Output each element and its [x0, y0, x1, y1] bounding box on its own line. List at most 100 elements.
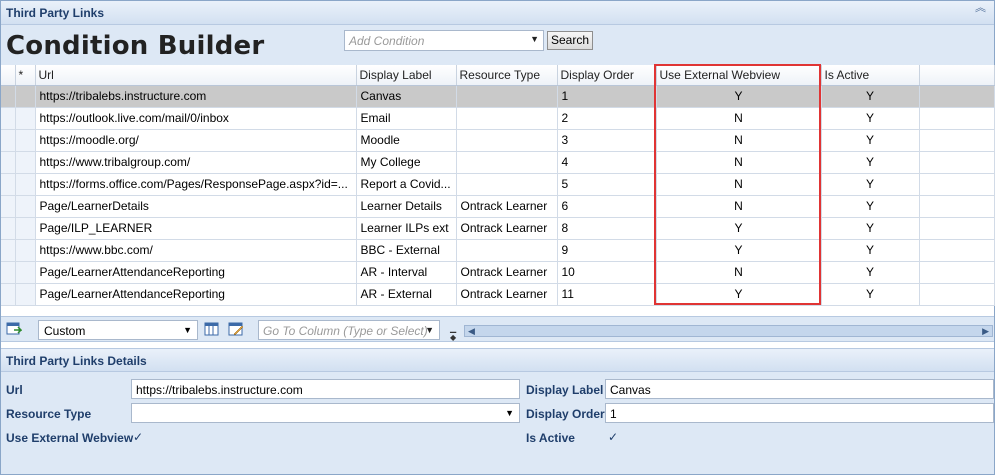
cell-use-external-webview[interactable]: N: [656, 173, 822, 196]
cell-resource-type[interactable]: [456, 239, 558, 262]
cell-display-label[interactable]: AR - Interval: [356, 261, 457, 284]
row-indicator[interactable]: [1, 195, 16, 218]
row-indicator[interactable]: [1, 151, 16, 174]
column-header-new-row[interactable]: *: [15, 65, 36, 86]
row-indicator[interactable]: [1, 85, 16, 108]
cell-is-active[interactable]: Y: [821, 239, 920, 262]
cell-display-order[interactable]: 9: [557, 239, 657, 262]
cell-url[interactable]: Page/ILP_LEARNER: [35, 217, 357, 240]
table-row[interactable]: https://tribalebs.instructure.com Canvas 1…: [1, 85, 995, 108]
cell-display-label[interactable]: Email: [356, 107, 457, 130]
column-header-url[interactable]: Url: [35, 65, 357, 86]
scroll-left-icon[interactable]: ◀: [468, 326, 475, 337]
row-selector[interactable]: [15, 129, 36, 152]
cell-url[interactable]: https://www.bbc.com/: [35, 239, 357, 262]
cell-is-active[interactable]: Y: [821, 107, 920, 130]
url-field[interactable]: https://tribalebs.instructure.com: [131, 379, 520, 399]
cell-resource-type[interactable]: Ontrack Learner: [456, 217, 558, 240]
row-selector[interactable]: [15, 107, 36, 130]
cell-use-external-webview[interactable]: N: [656, 151, 822, 174]
table-row[interactable]: Page/LearnerDetails Learner Details Ontrac…: [1, 195, 995, 218]
cell-url[interactable]: https://moodle.org/: [35, 129, 357, 152]
row-indicator[interactable]: [1, 261, 16, 284]
row-selector[interactable]: [15, 151, 36, 174]
cell-use-external-webview[interactable]: Y: [656, 217, 822, 240]
save-layout-icon[interactable]: [204, 322, 220, 336]
dropdown-arrow-icon[interactable]: ▼: [505, 408, 514, 418]
cell-url[interactable]: Page/LearnerAttendanceReporting: [35, 283, 357, 306]
cell-is-active[interactable]: Y: [821, 195, 920, 218]
cell-display-order[interactable]: 5: [557, 173, 657, 196]
cell-url[interactable]: https://outlook.live.com/mail/0/inbox: [35, 107, 357, 130]
row-selector[interactable]: [15, 195, 36, 218]
table-row[interactable]: Page/LearnerAttendanceReporting AR - Inte…: [1, 261, 995, 284]
add-condition-select[interactable]: Add Condition ▼: [344, 30, 544, 51]
cell-display-order[interactable]: 10: [557, 261, 657, 284]
is-active-checkbox[interactable]: ✓: [608, 430, 618, 444]
dropdown-arrow-icon[interactable]: ▼: [183, 325, 192, 335]
cell-display-order[interactable]: 3: [557, 129, 657, 152]
row-indicator[interactable]: [1, 129, 16, 152]
cell-display-order[interactable]: 8: [557, 217, 657, 240]
edit-layout-icon[interactable]: [228, 322, 244, 336]
table-row[interactable]: https://moodle.org/Moodle 3 N Y: [1, 129, 995, 152]
cell-display-label[interactable]: Canvas: [356, 85, 457, 108]
cell-use-external-webview[interactable]: Y: [656, 283, 822, 306]
table-row[interactable]: Page/ILP_LEARNER Learner ILPs ext Ontrack …: [1, 217, 995, 240]
resource-type-select[interactable]: ▼: [131, 403, 520, 423]
column-header-is-active[interactable]: Is Active: [821, 65, 920, 86]
row-selector[interactable]: [15, 85, 36, 108]
display-label-field[interactable]: Canvas: [605, 379, 994, 399]
cell-is-active[interactable]: Y: [821, 261, 920, 284]
table-row[interactable]: Page/LearnerAttendanceReporting AR - Exte…: [1, 283, 995, 306]
layout-select[interactable]: Custom ▼: [38, 320, 198, 340]
row-indicator[interactable]: [1, 239, 16, 262]
dropdown-arrow-icon[interactable]: ▼: [425, 325, 434, 335]
table-row[interactable]: https://forms.office.com/Pages/ResponseP…: [1, 173, 995, 196]
cell-resource-type[interactable]: Ontrack Learner: [456, 283, 558, 306]
double-chevron-up-icon[interactable]: ︽: [975, 3, 986, 14]
cell-use-external-webview[interactable]: Y: [656, 239, 822, 262]
column-header-display-label[interactable]: Display Label: [356, 65, 457, 86]
cell-display-order[interactable]: 2: [557, 107, 657, 130]
use-external-webview-checkbox[interactable]: ✓: [133, 430, 143, 444]
cell-url[interactable]: Page/LearnerAttendanceReporting: [35, 261, 357, 284]
cell-url[interactable]: https://tribalebs.instructure.com: [35, 85, 357, 108]
column-header-display-order[interactable]: Display Order: [557, 65, 657, 86]
cell-display-order[interactable]: 6: [557, 195, 657, 218]
cell-resource-type[interactable]: Ontrack Learner: [456, 261, 558, 284]
cell-is-active[interactable]: Y: [821, 217, 920, 240]
cell-display-label[interactable]: My College: [356, 151, 457, 174]
table-row[interactable]: https://www.bbc.com/BBC - External 9 Y Y: [1, 239, 995, 262]
cell-use-external-webview[interactable]: N: [656, 195, 822, 218]
cell-resource-type[interactable]: [456, 129, 558, 152]
cell-is-active[interactable]: Y: [821, 173, 920, 196]
row-indicator[interactable]: [1, 217, 16, 240]
cell-resource-type[interactable]: [456, 151, 558, 174]
export-icon[interactable]: [6, 322, 22, 336]
cell-url[interactable]: https://forms.office.com/Pages/ResponseP…: [35, 173, 357, 196]
cell-display-order[interactable]: 11: [557, 283, 657, 306]
cell-use-external-webview[interactable]: N: [656, 129, 822, 152]
cell-display-label[interactable]: AR - External: [356, 283, 457, 306]
row-indicator[interactable]: [1, 107, 16, 130]
horizontal-scrollbar[interactable]: ◀ ▶: [464, 325, 993, 337]
scroll-right-icon[interactable]: ▶: [982, 326, 989, 337]
cell-resource-type[interactable]: [456, 107, 558, 130]
cell-display-label[interactable]: BBC - External: [356, 239, 457, 262]
cell-display-label[interactable]: Learner Details: [356, 195, 457, 218]
column-header-resource-type[interactable]: Resource Type: [456, 65, 558, 86]
cell-is-active[interactable]: Y: [821, 151, 920, 174]
row-selector[interactable]: [15, 239, 36, 262]
row-selector[interactable]: [15, 173, 36, 196]
cell-display-label[interactable]: Moodle: [356, 129, 457, 152]
column-header-use-external-webview[interactable]: Use External Webview: [656, 65, 822, 86]
row-selector[interactable]: [15, 217, 36, 240]
row-indicator[interactable]: [1, 283, 16, 306]
column-chooser-icon[interactable]: ▁ ◆: [450, 324, 456, 342]
cell-display-label[interactable]: Learner ILPs ext: [356, 217, 457, 240]
cell-is-active[interactable]: Y: [821, 85, 920, 108]
table-row[interactable]: https://www.tribalgroup.com/My College 4 N…: [1, 151, 995, 174]
cell-display-label[interactable]: Report a Covid...: [356, 173, 457, 196]
cell-resource-type[interactable]: [456, 173, 558, 196]
